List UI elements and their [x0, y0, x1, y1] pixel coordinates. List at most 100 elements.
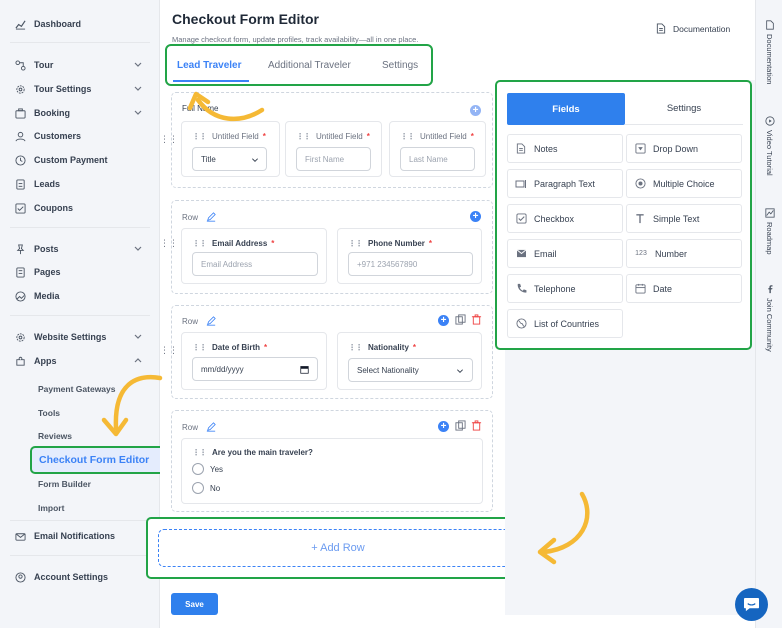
- form-field[interactable]: ⋮⋮ Phone Number * +971 234567890: [337, 228, 482, 284]
- phone-field[interactable]: +971 234567890: [348, 252, 473, 276]
- right-toolbar: Documentation Video Tutorial Roadmap Joi…: [755, 0, 782, 628]
- field-type-checkbox[interactable]: Checkbox: [507, 204, 623, 233]
- form-field[interactable]: ⋮⋮ Untitled Field * Title: [181, 121, 280, 177]
- checkbox-icon: [515, 213, 527, 225]
- sidebar-subitem-import[interactable]: Import: [38, 503, 64, 513]
- sidebar-item-account-settings[interactable]: Account Settings: [14, 568, 154, 586]
- field-label: Untitled Field: [420, 132, 467, 141]
- sidebar-item-apps[interactable]: Apps: [14, 352, 154, 370]
- tour-icon: [14, 59, 26, 71]
- chevron-down-icon: [134, 334, 142, 339]
- rightbar-video-tutorial[interactable]: Video Tutorial: [765, 130, 774, 176]
- drag-handle-icon[interactable]: ⋮⋮: [160, 239, 178, 248]
- sidebar-item-booking[interactable]: Booking: [14, 104, 154, 122]
- chat-button[interactable]: [735, 588, 768, 621]
- edit-icon[interactable]: [206, 212, 216, 222]
- save-button[interactable]: Save: [171, 593, 218, 615]
- sidebar-item-email-notifications[interactable]: Email Notifications: [14, 527, 154, 545]
- add-field-icon[interactable]: +: [438, 421, 449, 432]
- sidebar-subitem-payment-gateways[interactable]: Payment Gateways: [38, 384, 115, 394]
- add-row-button[interactable]: + Add Row: [158, 529, 518, 567]
- nationality-select[interactable]: Select Nationality: [348, 358, 473, 382]
- drag-handle-icon[interactable]: ⋮⋮: [160, 346, 178, 355]
- play-icon: [765, 116, 775, 126]
- field-type-paragraph-text[interactable]: Paragraph Text: [507, 169, 623, 198]
- duplicate-icon[interactable]: [455, 420, 466, 431]
- trash-icon[interactable]: [471, 314, 482, 325]
- tab-fields[interactable]: Fields: [507, 93, 625, 125]
- form-field[interactable]: ⋮⋮ Date of Birth * mm/dd/yyyy: [181, 332, 327, 390]
- dashboard-icon: [14, 18, 26, 30]
- sidebar-item-website-settings[interactable]: Website Settings: [14, 328, 154, 346]
- sidebar-item-label: Email Notifications: [34, 531, 116, 541]
- rightbar-join-community[interactable]: Join Community: [765, 298, 774, 352]
- field-type-number[interactable]: 123 Number: [626, 239, 742, 268]
- calendar-icon[interactable]: [300, 365, 309, 374]
- row-label: Row: [182, 422, 199, 432]
- email-field[interactable]: Email Address: [192, 252, 318, 276]
- form-field[interactable]: ⋮⋮ Untitled Field * Last Name: [389, 121, 486, 177]
- field-type-email[interactable]: Email: [507, 239, 623, 268]
- mail-icon: [14, 530, 26, 542]
- field-type-list-of-countries[interactable]: List of Countries: [507, 309, 623, 338]
- sidebar-item-tour-settings[interactable]: Tour Settings: [14, 80, 154, 98]
- sidebar-subitem-reviews[interactable]: Reviews: [38, 431, 72, 441]
- field-type-drop-down[interactable]: Drop Down: [626, 134, 742, 163]
- add-field-icon[interactable]: +: [470, 211, 481, 222]
- date-of-birth-input[interactable]: mm/dd/yyyy: [192, 357, 318, 381]
- field-type-telephone[interactable]: Telephone: [507, 274, 623, 303]
- sidebar-item-pages[interactable]: Pages: [14, 263, 154, 281]
- sidebar-item-tour[interactable]: Tour: [14, 56, 154, 74]
- sidebar-item-media[interactable]: Media: [14, 287, 154, 305]
- sidebar-item-leads[interactable]: Leads: [14, 175, 154, 193]
- tab-panel-settings[interactable]: Settings: [625, 93, 743, 125]
- divider: [10, 555, 150, 556]
- field-label-wrap: ⋮⋮ Untitled Field *: [192, 132, 266, 141]
- document-icon: [766, 20, 774, 30]
- sidebar-item-coupons[interactable]: Coupons: [14, 199, 154, 217]
- duplicate-icon[interactable]: [455, 314, 466, 325]
- puzzle-icon: [14, 355, 26, 367]
- edit-icon[interactable]: [206, 316, 216, 326]
- field-label: Untitled Field: [316, 132, 363, 141]
- radio-no[interactable]: [192, 482, 204, 494]
- field-type-label: Drop Down: [653, 143, 699, 154]
- sidebar-subitem-checkout-form-editor[interactable]: Checkout Form Editor: [30, 446, 173, 474]
- field-type-notes[interactable]: Notes: [507, 134, 623, 163]
- tab-settings[interactable]: Settings: [382, 60, 418, 71]
- field-type-label: Date: [653, 283, 673, 294]
- form-field[interactable]: ⋮⋮ Untitled Field * First Name: [285, 121, 382, 177]
- drag-handle-icon[interactable]: ⋮⋮: [160, 135, 178, 144]
- add-field-icon[interactable]: +: [470, 105, 481, 116]
- tab-lead-traveler[interactable]: Lead Traveler: [177, 60, 241, 71]
- form-field[interactable]: ⋮⋮ Nationality * Select Nationality: [337, 332, 482, 390]
- trash-icon[interactable]: [471, 420, 482, 431]
- field-type-multiple-choice[interactable]: Multiple Choice: [626, 169, 742, 198]
- tab-additional-traveler[interactable]: Additional Traveler: [268, 60, 351, 71]
- field-label-wrap: ⋮⋮ Phone Number *: [348, 239, 432, 248]
- field-type-date[interactable]: Date: [626, 274, 742, 303]
- rightbar-roadmap[interactable]: Roadmap: [765, 222, 774, 255]
- field-type-simple-text[interactable]: Simple Text: [626, 204, 742, 233]
- title-select[interactable]: Title: [192, 147, 267, 171]
- add-field-icon[interactable]: +: [438, 315, 449, 326]
- sidebar-subitem-form-builder[interactable]: Form Builder: [38, 479, 91, 489]
- documentation-link[interactable]: Documentation: [656, 23, 730, 34]
- sidebar-subitem-tools[interactable]: Tools: [38, 408, 60, 418]
- page-subtitle: Manage checkout form, update profiles, t…: [172, 35, 419, 44]
- first-name-input[interactable]: First Name: [296, 147, 371, 171]
- sidebar-item-posts[interactable]: Posts: [14, 240, 154, 258]
- sidebar-item-customers[interactable]: Customers: [14, 127, 154, 145]
- last-name-input[interactable]: Last Name: [400, 147, 475, 171]
- grip-icon: ⋮⋮: [348, 239, 363, 248]
- rightbar-documentation[interactable]: Documentation: [765, 34, 774, 84]
- form-field[interactable]: ⋮⋮ Are you the main traveler? Yes No: [181, 438, 483, 504]
- divider: [10, 520, 150, 521]
- field-type-label: Simple Text: [653, 213, 700, 224]
- form-row: Row + ⋮⋮ ⋮⋮ Date of Birth * mm/dd/yyyy ⋮⋮ N…: [160, 305, 493, 399]
- form-field[interactable]: ⋮⋮ Email Address * Email Address: [181, 228, 327, 284]
- sidebar-item-custom-payment[interactable]: Custom Payment: [14, 151, 154, 169]
- sidebar-item-dashboard[interactable]: Dashboard: [14, 15, 154, 33]
- radio-yes[interactable]: [192, 463, 204, 475]
- edit-icon[interactable]: [206, 422, 216, 432]
